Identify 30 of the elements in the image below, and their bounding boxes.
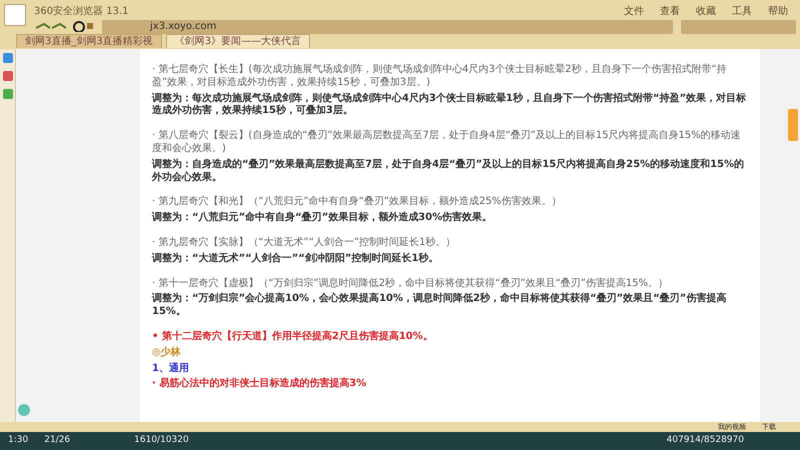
address-bar[interactable]: jx3.xoyo.com xyxy=(102,20,673,34)
hud-text: 21/26 xyxy=(44,434,70,448)
paragraph: · 易筋心法中的对非侠士目标造成的伤害提高3% xyxy=(152,378,368,392)
paragraph: · 第七层奇穴【长生】(每次成功施展气场成剑阵，则使气场成剑阵中心4尺内3个侠士目标眩晕2秒，且自身下一个伤害招式附带“持盈”效果，对目标造成外功伤害，效果持续15秒，可叠加3层。) xyxy=(152,64,728,90)
toolbar-icons-drawing xyxy=(34,19,94,34)
paragraph: 调整为：自身造成的“叠刃”效果最高层数提高至7层，处于自身4层“叠刃”及以上的目标15尺内将提高自身25%的移动速度和15%的外功会心效果。 xyxy=(152,158,745,184)
window-title: 360安全浏览器 13.1 xyxy=(34,4,129,19)
hud-text: 1:30 xyxy=(8,434,28,448)
paragraph: 调整为：“万剑归宗”会心提高10%，会心效果提高10%，调息时间降低2秒，命中目标将使其获得“叠刃”效果且“叠刃”伤害提高15%。 xyxy=(152,293,728,319)
paragraph: 调整为：“八荒归元”命中有自身“叠刃”效果目标，额外造成30%伤害效果。 xyxy=(152,212,494,225)
paragraph: 调整为：“大道无术”“人剑合一”“剑冲阴阳”控制时间延长1秒。 xyxy=(152,252,440,266)
menu-item[interactable]: 收藏 xyxy=(696,4,716,19)
browser-tab[interactable]: 剑网3直播_剑网3直播精彩视 xyxy=(16,34,162,48)
section-heading: ◎少林 xyxy=(152,346,182,360)
round-icon[interactable] xyxy=(18,404,30,416)
paragraph: · 第九层奇穴【实脉】（“大道无术”“人剑合一”控制时间延长1秒。） xyxy=(152,236,456,250)
menu-item[interactable]: 文件 xyxy=(624,4,644,19)
menu-item[interactable]: 工具 xyxy=(732,4,752,19)
hud-text: 1610/10320 xyxy=(134,434,189,448)
paragraph: · 第十一层奇穴【虚极】（“万剑归宗”调息时间降低2秒，命中目标将使其获得“叠刃”效果且“叠刃”伤害提高15%。） xyxy=(152,278,670,290)
menu-item[interactable]: 帮助 xyxy=(768,4,788,19)
subsection-heading: 1、通用 xyxy=(152,362,190,376)
menu-item[interactable]: 查看 xyxy=(660,4,680,19)
hud-text: 407914/8528970 xyxy=(666,434,744,448)
paragraph: · 第九层奇穴【和光】（“八荒归元”命中有自身“叠刃”效果目标，额外造成25%伤害效果。） xyxy=(152,196,562,210)
paragraph: • 第十二层奇穴【行天道】作用半径提高2尺且伤害提高10%。 xyxy=(152,330,434,344)
paragraph: · 第八层奇穴【裂云】(自身造成的“叠刃”效果最高层数提高至7层，处于自身4层“叠刃”及以上的目标15尺内将提高自身15%的移动速度和会心效果。) xyxy=(152,130,742,156)
browser-tab[interactable]: 《剑网3》要闻——大侠代言 xyxy=(166,34,310,48)
search-field[interactable] xyxy=(681,20,796,34)
paragraph: 调整为：每次成功施展气场成剑阵，则使气场成剑阵中心4尺内3个侠士目标眩晕1秒，且自身下一个伤害招式附带“持盈”效果，对目标造成外功伤害，效果持续15秒，可叠加3层。 xyxy=(152,92,748,118)
